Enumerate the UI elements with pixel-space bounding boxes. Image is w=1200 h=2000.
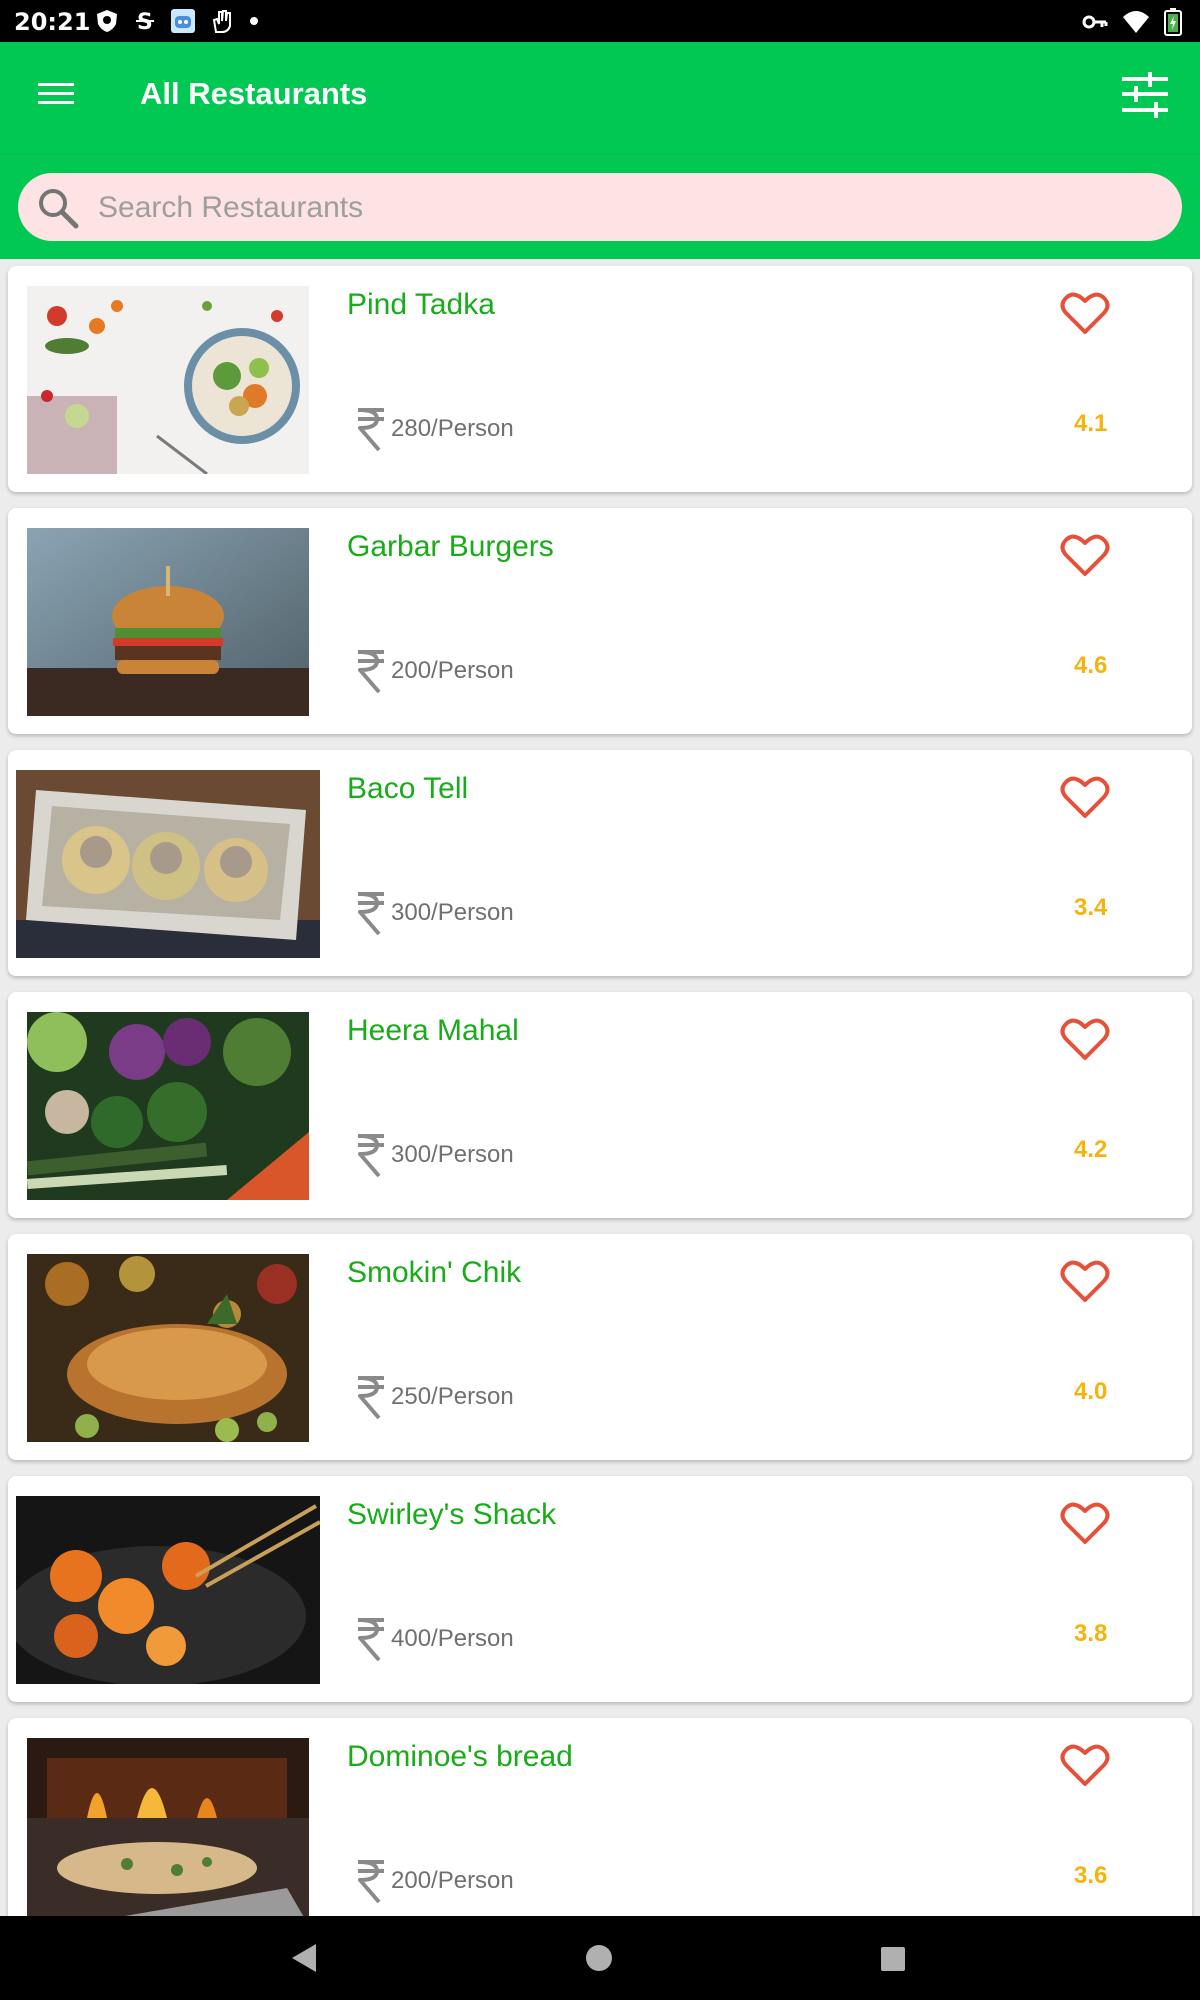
search-input[interactable] xyxy=(96,173,1160,243)
status-time: 20:21 xyxy=(14,8,91,36)
price-per-person: 300/Person xyxy=(391,1141,514,1168)
s-app-icon: S xyxy=(136,10,154,34)
restaurant-card[interactable]: Pind Tadka 280/Person 4.1 xyxy=(8,266,1192,492)
restaurant-image xyxy=(27,528,309,716)
recents-icon[interactable] xyxy=(880,1946,906,1972)
shield-app-icon xyxy=(97,10,117,32)
filter-button[interactable] xyxy=(1122,71,1172,122)
restaurant-name[interactable]: Dominoe's bread xyxy=(347,1740,573,1774)
notification-icons: S xyxy=(94,8,260,34)
restaurant-price: 250/Person xyxy=(355,1374,514,1420)
home-icon[interactable] xyxy=(585,1944,613,1972)
search-area xyxy=(0,154,1200,259)
favorite-button[interactable] xyxy=(1060,1258,1110,1304)
rupee-icon xyxy=(358,1860,384,1904)
restaurant-image xyxy=(27,1738,309,1916)
status-bar: 20:21 S xyxy=(0,0,1200,42)
app-bar: All Restaurants xyxy=(0,42,1200,154)
robot-app-icon xyxy=(171,9,195,33)
page-title: All Restaurants xyxy=(140,76,368,111)
restaurant-list[interactable]: Pind Tadka 280/Person 4.1 Garbar Burgers… xyxy=(0,258,1200,1916)
heart-outline-icon xyxy=(1060,1260,1110,1302)
restaurant-price: 280/Person xyxy=(355,406,514,452)
restaurant-name[interactable]: Swirley's Shack xyxy=(347,1498,556,1532)
restaurant-card[interactable]: Dominoe's bread 200/Person 3.6 xyxy=(8,1718,1192,1916)
dot-icon xyxy=(250,17,258,25)
back-icon[interactable] xyxy=(290,1942,320,1974)
restaurant-name[interactable]: Pind Tadka xyxy=(347,288,495,322)
restaurant-image xyxy=(27,1012,309,1200)
restaurant-image xyxy=(16,770,320,958)
restaurant-card[interactable]: Swirley's Shack 400/Person 3.8 xyxy=(8,1476,1192,1702)
heart-outline-icon xyxy=(1060,776,1110,818)
restaurant-name[interactable]: Smokin' Chik xyxy=(347,1256,521,1290)
heart-outline-icon xyxy=(1060,1018,1110,1060)
rupee-icon xyxy=(358,1618,384,1662)
rupee-icon xyxy=(358,408,384,452)
restaurant-rating: 3.4 xyxy=(1074,894,1108,921)
search-icon xyxy=(39,189,79,229)
restaurant-card[interactable]: Smokin' Chik 250/Person 4.0 xyxy=(8,1234,1192,1460)
restaurant-price: 300/Person xyxy=(355,890,514,936)
restaurant-rating: 3.6 xyxy=(1074,1862,1108,1889)
heart-outline-icon xyxy=(1060,1744,1110,1786)
rupee-icon xyxy=(358,1376,384,1420)
heart-outline-icon xyxy=(1060,534,1110,576)
restaurant-card[interactable]: Baco Tell 300/Person 3.4 xyxy=(8,750,1192,976)
price-per-person: 200/Person xyxy=(391,1867,514,1894)
restaurant-price: 200/Person xyxy=(355,1858,514,1904)
hand-app-icon xyxy=(212,10,231,33)
restaurant-image xyxy=(16,1496,320,1684)
wifi-icon xyxy=(1123,11,1149,33)
restaurant-rating: 3.8 xyxy=(1074,1620,1108,1647)
price-per-person: 280/Person xyxy=(391,415,514,442)
restaurant-image xyxy=(27,1254,309,1442)
favorite-button[interactable] xyxy=(1060,1500,1110,1546)
restaurant-rating: 4.6 xyxy=(1074,652,1108,679)
price-per-person: 200/Person xyxy=(391,657,514,684)
restaurant-price: 300/Person xyxy=(355,1132,514,1178)
restaurant-card[interactable]: Heera Mahal 300/Person 4.2 xyxy=(8,992,1192,1218)
restaurant-rating: 4.0 xyxy=(1074,1378,1108,1405)
system-icons xyxy=(1082,8,1182,36)
favorite-button[interactable] xyxy=(1060,1742,1110,1788)
restaurant-name[interactable]: Garbar Burgers xyxy=(347,530,554,564)
restaurant-name[interactable]: Heera Mahal xyxy=(347,1014,519,1048)
restaurant-card[interactable]: Garbar Burgers 200/Person 4.6 xyxy=(8,508,1192,734)
heart-outline-icon xyxy=(1060,292,1110,334)
key-icon xyxy=(1082,15,1108,29)
system-nav-bar xyxy=(0,1916,1200,2000)
search-box[interactable] xyxy=(18,173,1182,243)
price-per-person: 250/Person xyxy=(391,1383,514,1410)
rupee-icon xyxy=(358,1134,384,1178)
favorite-button[interactable] xyxy=(1060,290,1110,336)
heart-outline-icon xyxy=(1060,1502,1110,1544)
restaurant-image xyxy=(27,286,309,474)
hamburger-menu-icon xyxy=(38,83,74,104)
restaurant-name[interactable]: Baco Tell xyxy=(347,772,468,806)
sliders-filter-icon xyxy=(1122,71,1168,118)
price-per-person: 400/Person xyxy=(391,1625,514,1652)
menu-button[interactable] xyxy=(38,78,88,118)
rupee-icon xyxy=(358,650,384,694)
rupee-icon xyxy=(358,892,384,936)
favorite-button[interactable] xyxy=(1060,532,1110,578)
restaurant-rating: 4.2 xyxy=(1074,1136,1108,1163)
favorite-button[interactable] xyxy=(1060,774,1110,820)
restaurant-price: 200/Person xyxy=(355,648,514,694)
favorite-button[interactable] xyxy=(1060,1016,1110,1062)
restaurant-price: 400/Person xyxy=(355,1616,514,1662)
price-per-person: 300/Person xyxy=(391,899,514,926)
restaurant-rating: 4.1 xyxy=(1074,410,1108,437)
battery-icon xyxy=(1164,8,1182,36)
